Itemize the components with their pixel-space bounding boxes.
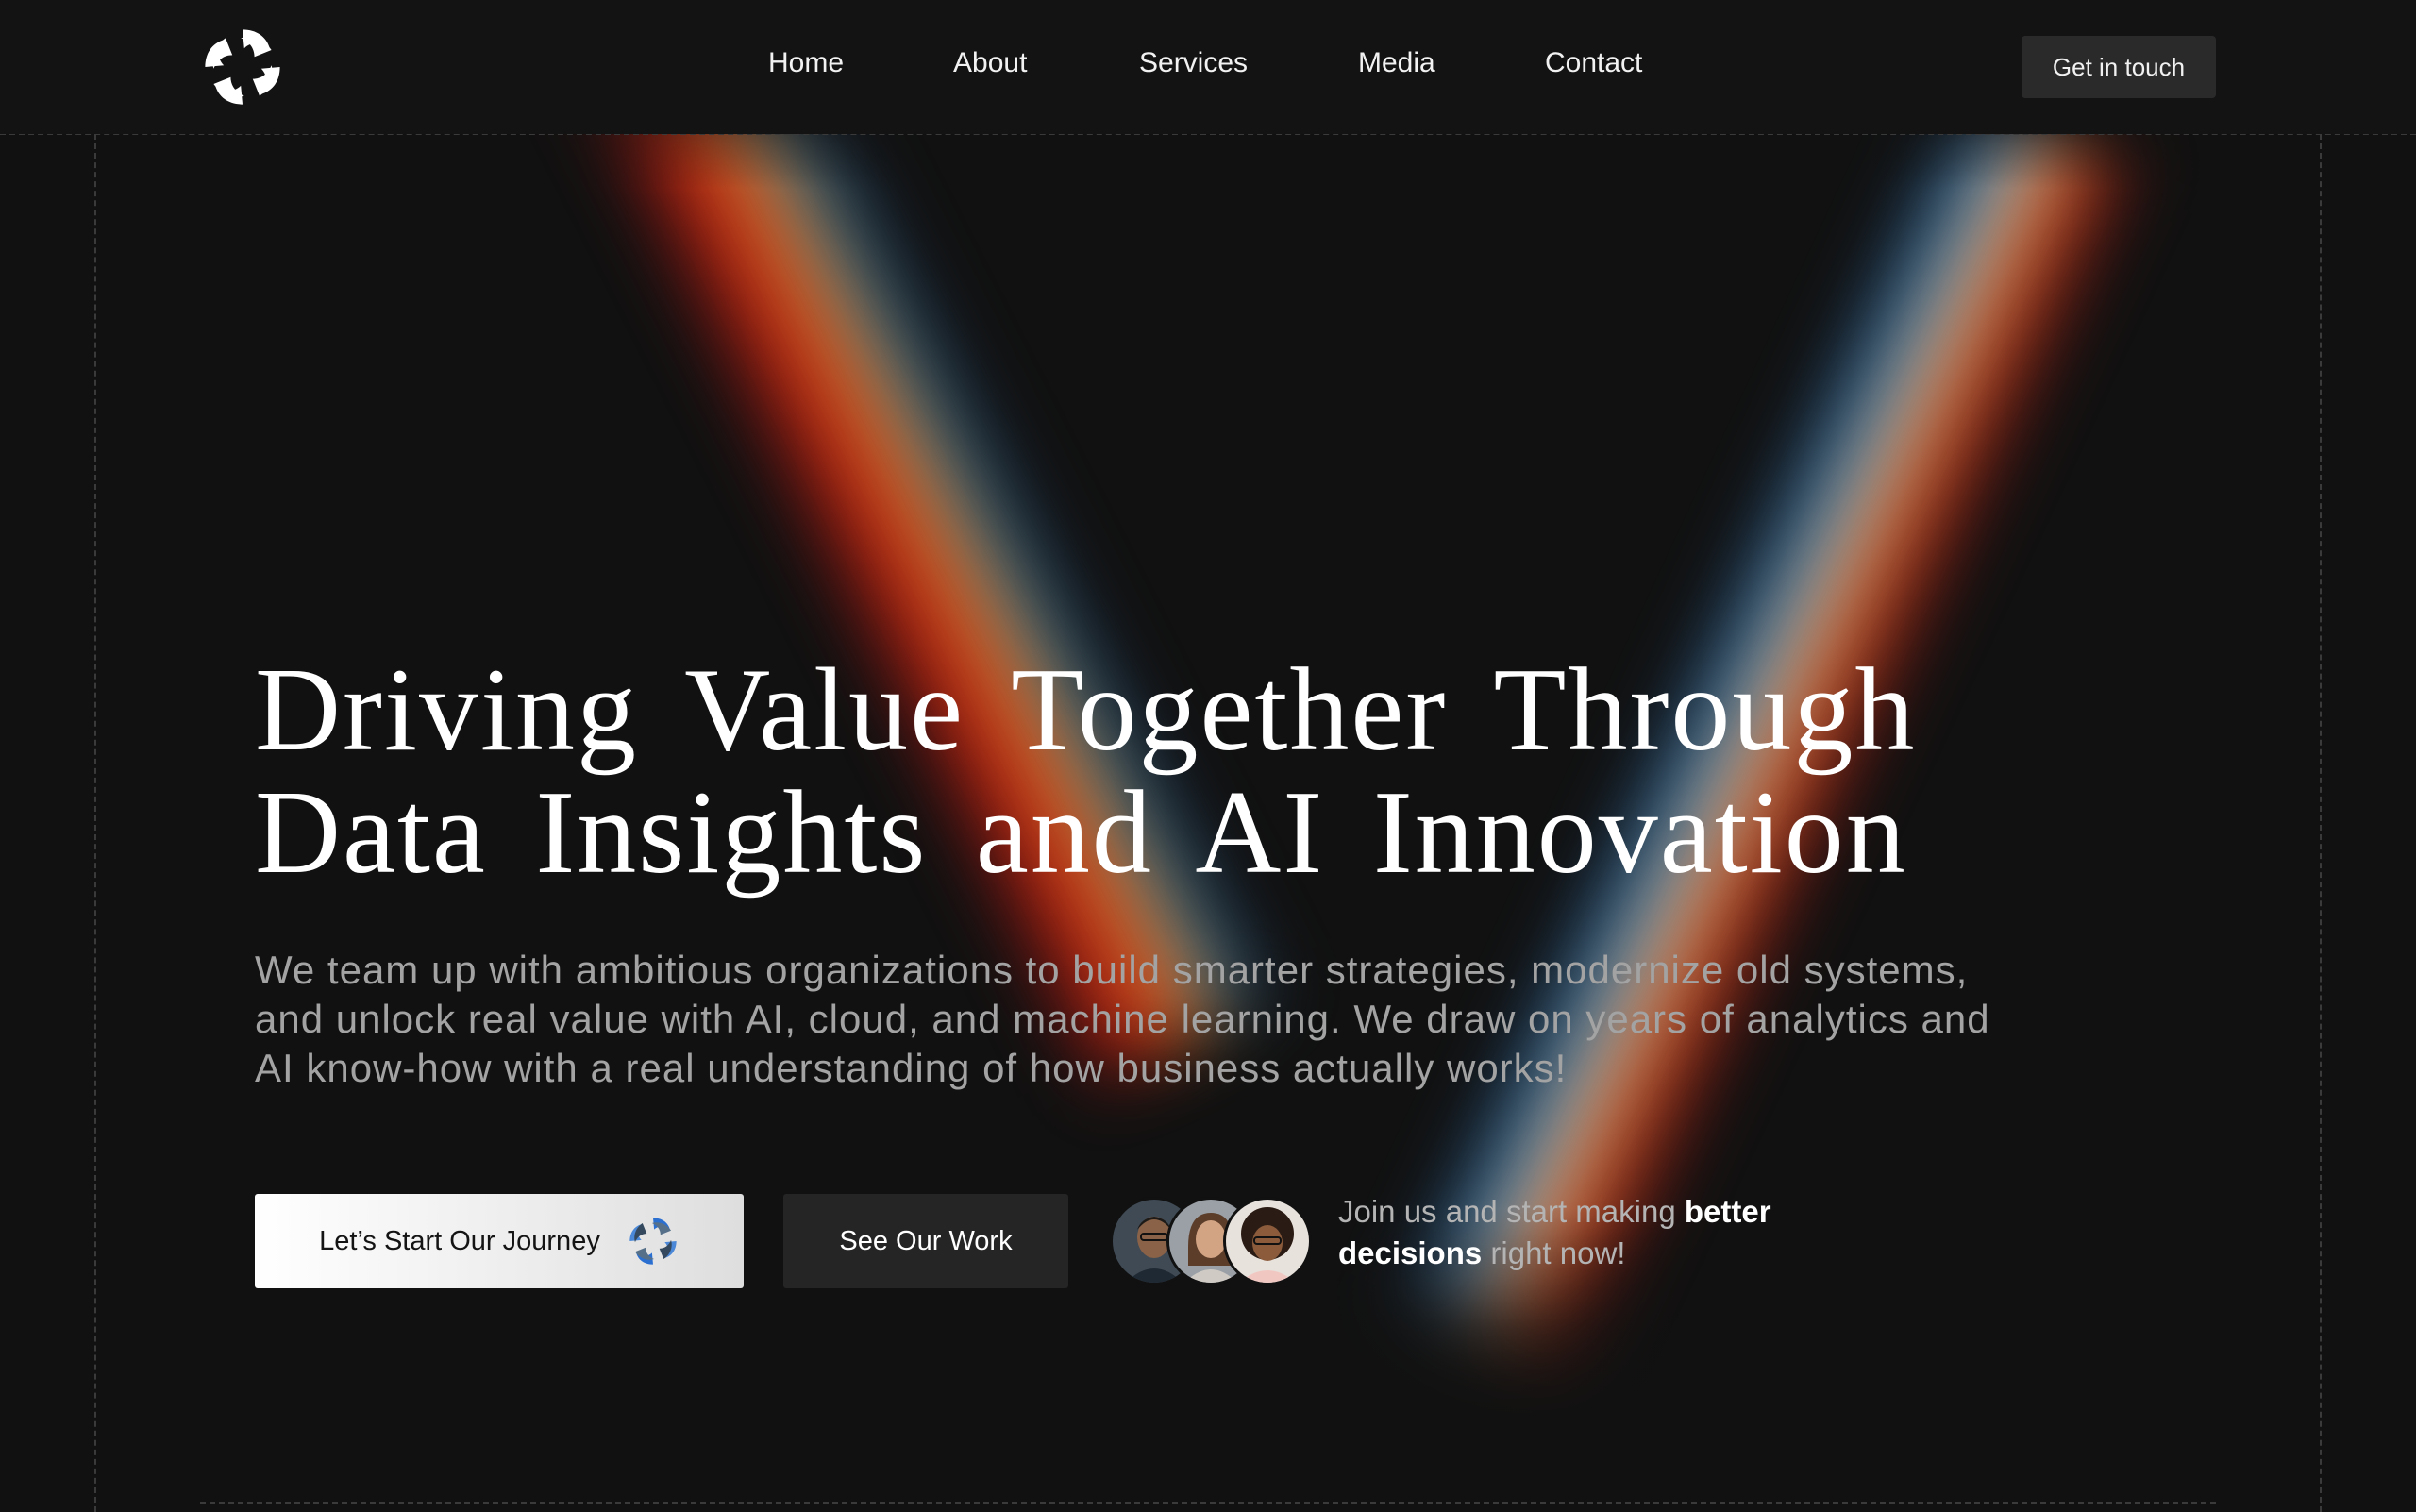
social-proof-prefix: Join us and start making: [1338, 1194, 1685, 1229]
frame-divider-bottom: [200, 1502, 2216, 1504]
hero-title: Driving Value Together Through Data Insi…: [255, 649, 2161, 895]
nav-item-media[interactable]: Media: [1358, 47, 1435, 79]
start-journey-label: Let’s Start Our Journey: [319, 1225, 600, 1256]
social-proof-text: Join us and start making better decision…: [1338, 1191, 1867, 1274]
social-proof-suffix: right now!: [1482, 1235, 1626, 1270]
nav-item-about[interactable]: About: [953, 47, 1027, 79]
pinwheel-icon: [629, 1218, 677, 1265]
hero-subtitle: We team up with ambitious organizations …: [255, 948, 1990, 1090]
nav-item-services[interactable]: Services: [1139, 47, 1248, 79]
site-header: Home About Services Media Contact Get in…: [0, 0, 2416, 134]
nav-item-contact[interactable]: Contact: [1545, 47, 1642, 79]
nav-item-home[interactable]: Home: [768, 47, 844, 79]
hero-title-line-1: Driving Value Together Through: [255, 645, 1917, 776]
hero-title-line-2: Data Insights and AI Innovation: [255, 767, 1907, 899]
frame-line-right: [2320, 134, 2322, 1512]
avatar-group: [1110, 1197, 1319, 1285]
frame-line-left: [94, 134, 96, 1512]
start-journey-button[interactable]: Let’s Start Our Journey: [255, 1194, 744, 1288]
see-our-work-button[interactable]: See Our Work: [783, 1194, 1068, 1288]
get-in-touch-button[interactable]: Get in touch: [2022, 36, 2216, 98]
avatar: [1223, 1197, 1312, 1285]
